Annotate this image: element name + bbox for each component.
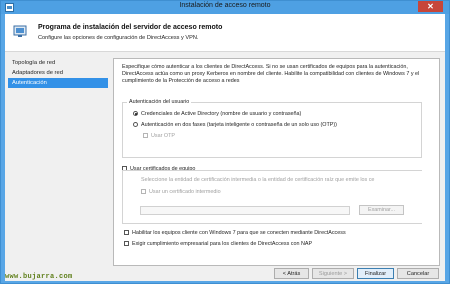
watermark: www.bujarra.com (5, 273, 73, 281)
finish-button[interactable]: Finalizar (357, 268, 394, 279)
wizard-nav: Topología de red Adaptadores de red Aute… (8, 58, 108, 268)
user-auth-group-title: Autenticación del usuario (127, 99, 192, 105)
otp-checkbox[interactable]: Usar OTP (143, 133, 175, 140)
otp-checkbox-box[interactable] (143, 133, 148, 139)
wizard-client-area: Programa de instalación del servidor de … (5, 14, 445, 281)
intermediate-cert-checkbox-label: Usar un certificado intermedio (149, 189, 221, 195)
wizard-header: Programa de instalación del servidor de … (5, 14, 445, 52)
nap-checkbox-box[interactable] (124, 241, 129, 247)
intermediate-cert-checkbox-box[interactable] (141, 189, 146, 195)
intermediate-cert-checkbox[interactable]: Usar un certificado intermedio (141, 189, 221, 196)
back-button[interactable]: < Atrás (274, 268, 309, 279)
certificate-path-input[interactable] (140, 206, 350, 215)
radio-two-factor-indicator[interactable] (133, 122, 138, 128)
nav-item-adaptadores[interactable]: Adaptadores de red (8, 68, 108, 78)
radio-two-factor-label: Autenticación en dos fases (tarjeta inte… (141, 122, 337, 128)
otp-checkbox-label: Usar OTP (151, 133, 175, 139)
window-title: Instalación de acceso remoto (179, 2, 271, 9)
radio-ad-indicator[interactable] (133, 111, 138, 117)
cert-description: Seleccione la entidad de certificación i… (141, 177, 375, 183)
description-text: Especifique cómo autenticar a los client… (122, 64, 420, 84)
next-button[interactable]: Siguiente > (312, 268, 354, 279)
page-title: Programa de instalación del servidor de … (38, 24, 223, 31)
content-panel: Especifique cómo autenticar a los client… (113, 58, 440, 266)
nap-checkbox[interactable]: Exigir cumplimiento empresarial para los… (124, 241, 312, 248)
wizard-window: Instalación de acceso remoto ✕ Programa … (0, 0, 450, 284)
nav-item-topologia[interactable]: Topología de red (8, 58, 108, 68)
certificate-group: Seleccione la entidad de certificación i… (122, 170, 422, 224)
radio-ad-label: Credenciales de Active Directory (nombre… (141, 111, 302, 117)
user-auth-group: Autenticación del usuario Credenciales d… (122, 99, 422, 158)
browse-button[interactable]: Examinar... (359, 205, 404, 215)
cancel-button[interactable]: Cancelar (397, 268, 439, 279)
win7-checkbox[interactable]: Habilitar los equipos cliente con Window… (124, 230, 346, 237)
remote-access-icon (13, 25, 27, 37)
win7-checkbox-label: Habilitar los equipos cliente con Window… (132, 230, 346, 236)
nav-item-autenticacion[interactable]: Autenticación (8, 78, 108, 88)
page-subtitle: Configure las opciones de configuración … (38, 35, 199, 41)
radio-two-factor[interactable]: Autenticación en dos fases (tarjeta inte… (133, 122, 337, 129)
title-bar[interactable]: Instalación de acceso remoto ✕ (1, 1, 449, 14)
nap-checkbox-label: Exigir cumplimiento empresarial para los… (132, 241, 313, 247)
close-button[interactable]: ✕ (418, 1, 443, 12)
win7-checkbox-box[interactable] (124, 230, 129, 236)
radio-ad-credentials[interactable]: Credenciales de Active Directory (nombre… (133, 111, 301, 118)
